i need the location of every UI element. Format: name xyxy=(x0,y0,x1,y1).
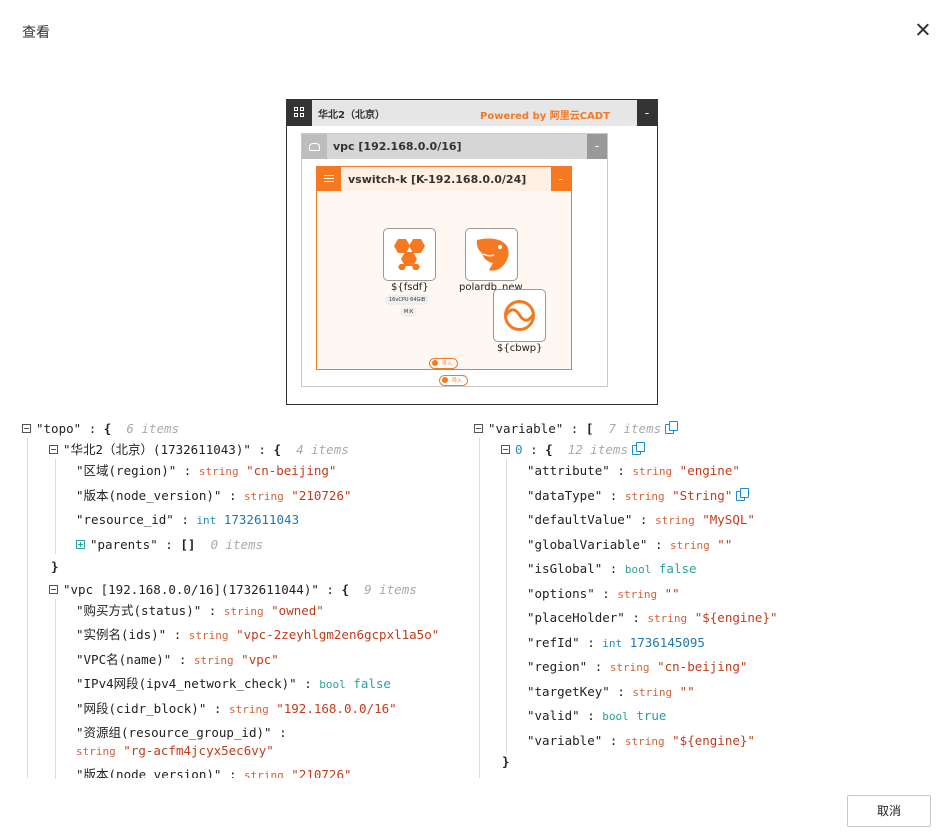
variable-field-row: "variable" : string "${engine}" xyxy=(527,733,755,748)
region-field-row: "区域(region)" : string "cn-beijing" xyxy=(76,463,337,478)
powered-by-label: Powered by 阿里云CADT xyxy=(480,111,610,122)
variable-item-node[interactable]: 0 : { 12 items xyxy=(501,441,645,459)
vswitch-header: vswitch-k [K-192.168.0.0/24] - xyxy=(317,167,571,191)
cbwp-node-label: ${cbwp} xyxy=(497,343,543,354)
expand-toggle-icon[interactable] xyxy=(76,540,85,549)
vpc-import-pill[interactable]: 导入 xyxy=(439,375,469,386)
vswitch-import-pill[interactable]: 导入 xyxy=(429,358,459,369)
region-close-brace: } xyxy=(51,559,59,574)
collapse-toggle-icon[interactable] xyxy=(49,585,58,594)
vpc-field-row: "版本(node_version)" : string "210726" xyxy=(76,767,352,778)
variable-field-row: "defaultValue" : string "MySQL" xyxy=(527,512,755,527)
vswitch-title: vswitch-k [K-192.168.0.0/24] xyxy=(348,173,527,186)
vswitch-icon xyxy=(317,167,341,191)
vpc-collapse-button[interactable]: - xyxy=(587,134,607,159)
ecs-node-label: ${fsdf} xyxy=(391,282,429,293)
vpc-field-row: "VPC名(name)" : string "vpc" xyxy=(76,652,279,667)
region-header: 华北2（北京） Powered by 阿里云CADT - xyxy=(287,100,657,126)
variable-field-row: "globalVariable" : string "" xyxy=(527,537,733,552)
vpc-field-row: "IPv4网段(ipv4_network_check)" : bool fals… xyxy=(76,676,391,691)
variable-field-row: "attribute" : string "engine" xyxy=(527,463,740,478)
region-collapse-button[interactable]: - xyxy=(637,100,657,126)
variable-field-row: "placeHolder" : string "${engine}" xyxy=(527,610,778,625)
cbwp-bandwidth-icon xyxy=(504,300,535,331)
variable-node[interactable]: "variable" : [ 7 items xyxy=(474,420,679,438)
region-title: 华北2（北京） xyxy=(318,110,385,121)
vpc-field-row: "资源组(resource_group_id)" : xyxy=(76,725,287,740)
region-field-row: "resource_id" : int 1732611043 xyxy=(76,512,300,527)
topology-preview[interactable]: 华北2（北京） Powered by 阿里云CADT - vpc [192.16… xyxy=(286,99,658,405)
variable-item-close-brace: } xyxy=(502,754,510,769)
variable-field-row: "refId" : int 1736145095 xyxy=(527,635,705,650)
copy-icon[interactable] xyxy=(736,488,750,501)
collapse-toggle-icon[interactable] xyxy=(22,424,31,433)
ecs-hexagon-icon xyxy=(394,239,425,270)
ecs-tag-chip: M:K xyxy=(400,307,418,317)
variable-field-row: "isGlobal" : bool false xyxy=(527,561,697,576)
cancel-button[interactable]: 取消 xyxy=(847,795,931,827)
collapse-toggle-icon[interactable] xyxy=(474,424,483,433)
vpc-field-row: "购买方式(status)" : string "owned" xyxy=(76,603,324,618)
polardb-bear-icon xyxy=(476,238,509,271)
close-icon[interactable] xyxy=(912,19,934,41)
ecs-node[interactable] xyxy=(383,228,436,281)
topo-node[interactable]: "topo" : { 6 items xyxy=(22,420,179,438)
vpc-field-row: "实例名(ids)" : string "vpc-2zeyhlgm2en6gcp… xyxy=(76,627,440,642)
parents-node[interactable]: "parents" : [] 0 items xyxy=(76,536,263,554)
variable-field-row: "region" : string "cn-beijing" xyxy=(527,659,748,674)
vpc-field-row: "网段(cidr_block)" : string "192.168.0.0/1… xyxy=(76,701,397,716)
vpc-field-row-wrap: string "rg-acfm4jcyx5ec6vy" xyxy=(76,743,274,758)
vswitch-collapse-button[interactable]: - xyxy=(551,167,571,191)
variable-field-row: "targetKey" : string "" xyxy=(527,684,695,699)
cbwp-node[interactable] xyxy=(493,289,546,342)
copy-icon[interactable] xyxy=(631,442,645,455)
vpc-node[interactable]: "vpc [192.168.0.0/16](1732611044)" : { 9… xyxy=(49,581,417,599)
region-node[interactable]: "华北2（北京）(1732611043)" : { 4 items xyxy=(49,441,349,459)
copy-icon[interactable] xyxy=(665,421,679,434)
variable-field-row: "valid" : bool true xyxy=(527,708,667,723)
vpc-header: vpc [192.168.0.0/16] - xyxy=(302,134,607,159)
collapse-toggle-icon[interactable] xyxy=(49,445,58,454)
vswitch-container: vswitch-k [K-192.168.0.0/24] - ${fsdf} 1… xyxy=(316,166,572,370)
vpc-container: vpc [192.168.0.0/16] - vswitch-k [K-192.… xyxy=(301,133,608,387)
region-field-row: "版本(node_version)" : string "210726" xyxy=(76,488,352,503)
cloud-icon xyxy=(302,134,327,159)
variable-field-row: "dataType" : string "String" xyxy=(527,487,750,505)
variable-field-row: "options" : string "" xyxy=(527,586,680,601)
collapse-toggle-icon[interactable] xyxy=(501,445,510,454)
vpc-title: vpc [192.168.0.0/16] xyxy=(333,140,462,153)
region-grid-icon xyxy=(287,100,312,126)
dialog-title: 查看 xyxy=(22,25,50,41)
ecs-spec-chip: 16vCPU 64GiB xyxy=(385,295,430,305)
polardb-node[interactable] xyxy=(465,228,518,281)
